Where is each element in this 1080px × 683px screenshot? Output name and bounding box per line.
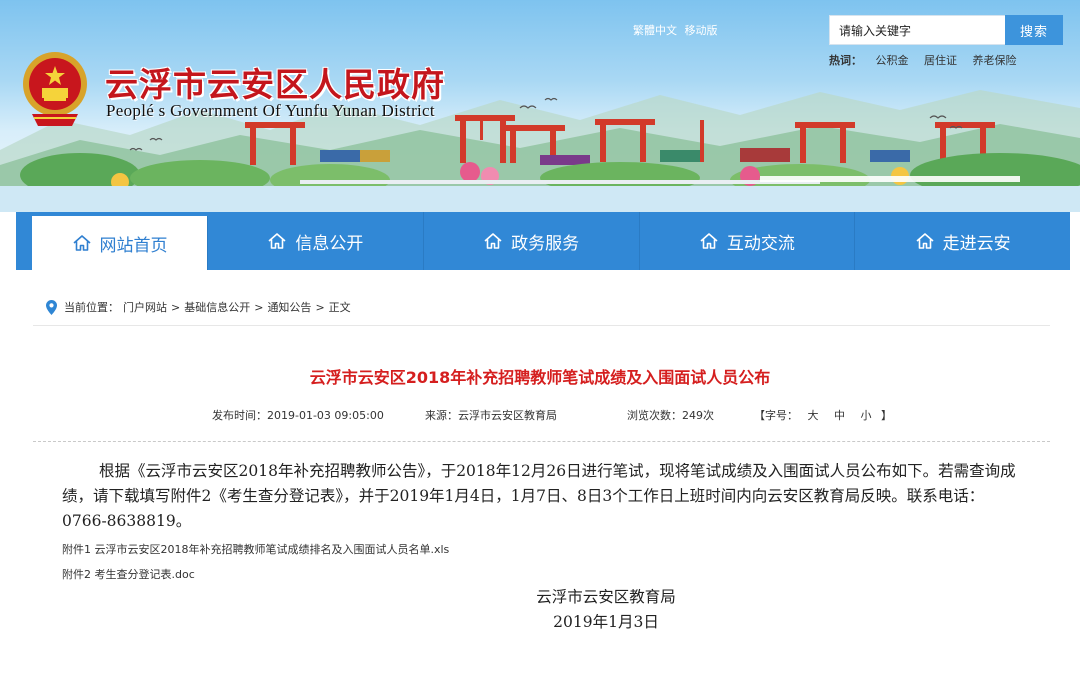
hotwords-label: 热词： <box>829 54 862 67</box>
view-count: 浏览次数：249次 <box>627 409 714 422</box>
site-title: 云浮市云安区人民政府 <box>105 65 445 104</box>
font-size-close: 】 <box>881 409 892 422</box>
nav-item-home[interactable]: 网站首页 <box>32 216 208 270</box>
header-banner: 云浮市云安区人民政府 Peoplé s Government Of Yunfu … <box>0 0 1080 212</box>
home-icon <box>484 233 502 249</box>
search-button[interactable]: 搜索 <box>1005 15 1063 45</box>
nav-item-label: 走进云安 <box>942 233 1011 254</box>
home-icon <box>268 233 286 249</box>
font-size-medium-button[interactable]: 中 <box>834 409 845 422</box>
signature-org: 云浮市云安区教育局 <box>536 588 676 606</box>
search-input[interactable] <box>829 15 1005 45</box>
breadcrumb-item-notices[interactable]: 通知公告 <box>267 299 311 315</box>
breadcrumb: 当前位置： 门户网站 > 基础信息公开 > 通知公告 > 正文 <box>46 299 355 315</box>
top-links: 繁體中文 移动版 <box>633 22 722 38</box>
hotword-link[interactable]: 养老保险 <box>973 54 1017 67</box>
meta-divider <box>33 441 1050 442</box>
attachment-link-2[interactable]: 附件2 考生查分登记表.doc <box>62 566 195 582</box>
attachment-link-1[interactable]: 附件1 云浮市云安区2018年补充招聘教师笔试成绩排名及入围面试人员名单.xls <box>62 541 449 557</box>
signature-date: 2019年1月3日 <box>553 613 659 631</box>
national-emblem-icon <box>23 52 87 126</box>
nav-item-gov-services[interactable]: 政务服务 <box>424 212 640 270</box>
breadcrumb-item-basic-info[interactable]: 基础信息公开 <box>184 299 250 315</box>
location-pin-icon <box>46 299 57 315</box>
hotword-link[interactable]: 居住证 <box>924 54 957 67</box>
font-size-label: 【字号： <box>754 409 798 422</box>
nav-item-label: 信息公开 <box>295 233 364 254</box>
breadcrumb-separator: > <box>254 300 264 314</box>
nav-item-label: 互动交流 <box>726 233 795 254</box>
hotwords: 热词： 公积金 居住证 养老保险 <box>829 52 1029 68</box>
breadcrumb-divider <box>33 325 1050 326</box>
font-size-switcher: 【字号： 大 中 小 】 <box>754 407 892 423</box>
breadcrumb-separator: > <box>315 300 325 314</box>
nav-item-label: 网站首页 <box>99 235 168 256</box>
font-size-small-button[interactable]: 小 <box>861 409 872 422</box>
breadcrumb-label: 当前位置： <box>64 301 119 314</box>
nav-item-info-disclosure[interactable]: 信息公开 <box>208 212 424 270</box>
article-body: 根据《云浮市云安区2018年补充招聘教师公告》，于2018年12月26日进行笔试… <box>62 462 1016 530</box>
home-icon <box>700 233 718 249</box>
nav-item-interaction[interactable]: 互动交流 <box>640 212 856 270</box>
breadcrumb-item-portal[interactable]: 门户网站 <box>123 299 167 315</box>
nav-item-about-yunan[interactable]: 走进云安 <box>855 212 1070 270</box>
breadcrumb-item-current: 正文 <box>328 301 351 314</box>
home-icon <box>72 235 91 251</box>
home-icon <box>916 233 934 249</box>
article-title: 云浮市云安区2018年补充招聘教师笔试成绩及入围面试人员公布 <box>309 368 771 387</box>
breadcrumb-separator: > <box>171 300 181 314</box>
article-source: 来源：云浮市云安区教育局 <box>425 409 557 422</box>
traditional-chinese-link[interactable]: 繁體中文 <box>633 24 677 37</box>
nav-item-label: 政务服务 <box>511 233 580 254</box>
main-nav: 网站首页 信息公开 政务服务 互动交流 走进云安 <box>16 212 1070 270</box>
site-subtitle: Peoplé s Government Of Yunfu Yunan Distr… <box>106 101 435 120</box>
hotword-link[interactable]: 公积金 <box>876 54 909 67</box>
mobile-version-link[interactable]: 移动版 <box>685 24 718 37</box>
font-size-large-button[interactable]: 大 <box>808 409 819 422</box>
publish-date: 发布时间：2019-01-03 09:05:00 <box>212 409 384 422</box>
